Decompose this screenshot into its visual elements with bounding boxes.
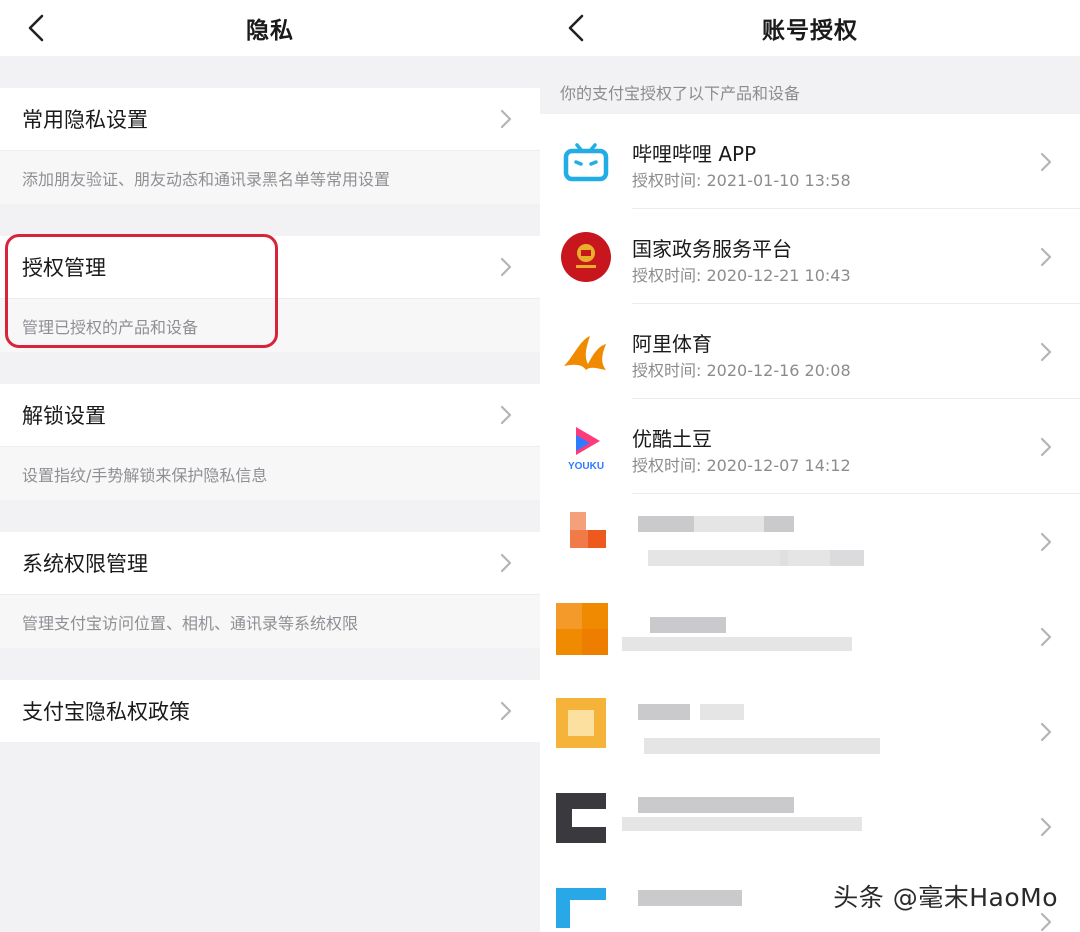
chevron-right-icon — [500, 553, 512, 573]
blurred-app-item[interactable] — [540, 494, 1080, 589]
list-subheading: 你的支付宝授权了以下产品和设备 — [540, 56, 1080, 114]
youku-logo-text: YOUKU — [568, 461, 604, 472]
chevron-right-icon — [1040, 532, 1052, 552]
app-name: 优酷土豆 — [632, 427, 712, 451]
chevron-right-icon — [500, 701, 512, 721]
chevron-right-icon — [500, 257, 512, 277]
blurred-app-item[interactable] — [540, 684, 1080, 779]
chevron-right-icon — [1040, 342, 1052, 362]
privacy-navbar: 隐私 — [0, 0, 540, 56]
page-title: 隐私 — [246, 18, 294, 44]
youku-icon: YOUKU — [568, 427, 604, 472]
chevron-right-icon — [1040, 152, 1052, 172]
chevron-right-icon — [1040, 817, 1052, 837]
bilibili-icon — [563, 143, 609, 182]
blurred-app-icon — [556, 603, 608, 655]
blurred-app-icon — [556, 698, 606, 748]
app-name: 国家政务服务平台 — [632, 237, 792, 261]
account-authorization-screen: 账号授权 你的支付宝授权了以下产品和设备 哔哩哔哩 APP 授权时间: 2021… — [540, 0, 1080, 932]
highlight-annotation-box — [5, 234, 278, 348]
authorized-app-item[interactable]: YOUKU 优酷土豆 授权时间: 2020-12-07 14:12 — [540, 399, 1080, 494]
ali-sports-icon — [564, 336, 606, 370]
authorization-time: 授权时间: 2020-12-07 14:12 — [632, 456, 851, 475]
row-label: 支付宝隐私权政策 — [22, 700, 190, 724]
chevron-right-icon — [1040, 247, 1052, 267]
chevron-right-icon — [1040, 627, 1052, 647]
blurred-app-icon — [556, 793, 606, 843]
chevron-right-icon — [1040, 437, 1052, 457]
section-unlock: 解锁设置 设置指纹/手势解锁来保护隐私信息 — [0, 384, 540, 500]
system-permission-management-row[interactable]: 系统权限管理 — [0, 532, 540, 594]
authorization-time: 授权时间: 2020-12-16 20:08 — [632, 361, 851, 380]
section-system-permissions: 系统权限管理 管理支付宝访问位置、相机、通讯录等系统权限 — [0, 532, 540, 648]
blurred-app-item[interactable] — [540, 779, 1080, 874]
row-description: 设置指纹/手势解锁来保护隐私信息 — [0, 446, 540, 500]
back-arrow-icon[interactable] — [22, 12, 54, 44]
row-label: 常用隐私设置 — [22, 108, 148, 132]
unlock-settings-row[interactable]: 解锁设置 — [0, 384, 540, 446]
blurred-app-icon — [570, 512, 606, 548]
authorization-time: 授权时间: 2021-01-10 13:58 — [632, 171, 851, 190]
chevron-right-icon — [1040, 722, 1052, 742]
authorization-navbar: 账号授权 — [540, 0, 1080, 56]
row-label: 解锁设置 — [22, 404, 106, 428]
app-name: 阿里体育 — [632, 332, 712, 356]
authorized-app-item[interactable]: 哔哩哔哩 APP 授权时间: 2021-01-10 13:58 — [540, 114, 1080, 209]
privacy-policy-row[interactable]: 支付宝隐私权政策 — [0, 680, 540, 742]
blurred-app-item[interactable] — [540, 589, 1080, 684]
authorization-time: 授权时间: 2020-12-21 10:43 — [632, 266, 851, 285]
row-description: 添加朋友验证、朋友动态和通讯录黑名单等常用设置 — [0, 150, 540, 204]
common-privacy-settings-row[interactable]: 常用隐私设置 — [0, 88, 540, 150]
back-arrow-icon[interactable] — [562, 12, 594, 44]
gov-service-emblem-icon — [561, 232, 611, 282]
page-title: 账号授权 — [762, 18, 858, 44]
authorized-app-item[interactable]: 国家政务服务平台 授权时间: 2020-12-21 10:43 — [540, 209, 1080, 304]
authorized-app-item[interactable]: 阿里体育 授权时间: 2020-12-16 20:08 — [540, 304, 1080, 399]
row-label: 系统权限管理 — [22, 552, 148, 576]
row-description: 管理支付宝访问位置、相机、通讯录等系统权限 — [0, 594, 540, 648]
privacy-screen: 隐私 常用隐私设置 添加朋友验证、朋友动态和通讯录黑名单等常用设置 授权管理 管… — [0, 0, 540, 932]
app-name: 哔哩哔哩 APP — [632, 142, 757, 166]
chevron-right-icon — [500, 405, 512, 425]
section-privacy-policy: 支付宝隐私权政策 — [0, 680, 540, 742]
watermark-text: 头条 @毫末HaoMo — [833, 883, 1058, 912]
chevron-right-icon — [500, 109, 512, 129]
blurred-app-icon — [556, 888, 606, 928]
section-common-privacy: 常用隐私设置 添加朋友验证、朋友动态和通讯录黑名单等常用设置 — [0, 88, 540, 204]
